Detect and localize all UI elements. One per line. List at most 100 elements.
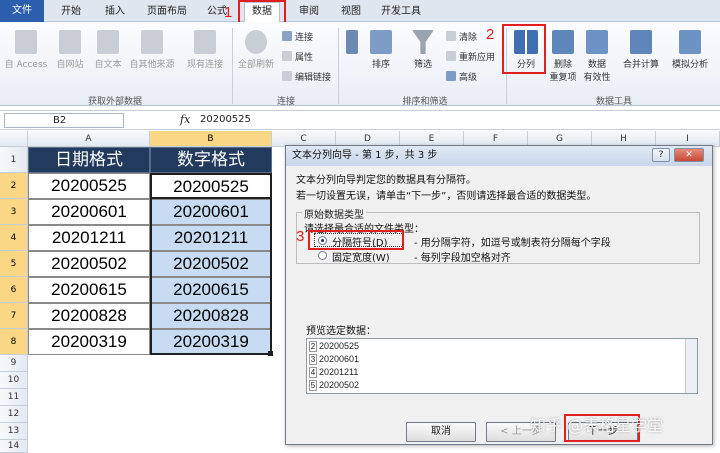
tab-review[interactable]: 审阅 xyxy=(292,3,326,21)
close-button[interactable]: ✕ xyxy=(674,148,704,162)
refresh-icon xyxy=(245,30,267,54)
existing-connections-button[interactable]: 现有连接 xyxy=(184,30,226,70)
table-cell[interactable]: 20200601 xyxy=(28,199,150,225)
from-text-button[interactable]: 自文本 xyxy=(90,30,126,70)
filter-button[interactable]: 筛选 xyxy=(408,30,438,70)
filter-funnel-icon xyxy=(412,30,434,54)
help-button[interactable]: ? xyxy=(652,148,670,162)
row-header[interactable]: 10 xyxy=(0,372,28,389)
access-icon xyxy=(15,30,37,54)
consolidate-icon xyxy=(630,30,652,54)
from-other-sources-button[interactable]: 自其他来源 xyxy=(126,30,178,70)
table-cell[interactable]: 20200828 xyxy=(28,303,150,329)
group-separator xyxy=(232,28,233,104)
table-cell[interactable]: 20200615 xyxy=(28,277,150,303)
refresh-all-button[interactable]: 全部刷新 xyxy=(236,30,276,70)
column-header[interactable]: A xyxy=(28,131,150,147)
properties-button[interactable]: 属性 xyxy=(282,50,313,63)
advanced-filter-icon xyxy=(446,71,456,81)
group-separator xyxy=(338,28,339,104)
selection-outline xyxy=(150,173,272,355)
row-header[interactable]: 9 xyxy=(0,355,28,372)
formula-input[interactable]: 20200525 xyxy=(200,114,251,125)
existing-connections-icon xyxy=(194,30,216,54)
tab-page-layout[interactable]: 页面布局 xyxy=(142,3,192,21)
fixed-width-description: - 每列字段加空格对齐 xyxy=(414,253,511,264)
header-cell-number-format[interactable]: 数字格式 xyxy=(150,147,272,173)
column-header[interactable]: B xyxy=(150,131,272,147)
text-file-icon xyxy=(97,30,119,54)
annotation-step-3: 3 xyxy=(296,228,305,245)
highlight-delimited-option xyxy=(308,230,404,250)
row-header[interactable]: 1 xyxy=(0,147,28,173)
tab-home[interactable]: 开始 xyxy=(54,3,88,21)
table-cell[interactable]: 20200502 xyxy=(28,251,150,277)
sort-button[interactable]: 排序 xyxy=(366,30,396,70)
group-label-connections: 连接 xyxy=(276,97,295,107)
remove-duplicates-button[interactable]: 删除 重复项 xyxy=(546,30,580,83)
row-header[interactable]: 14 xyxy=(0,440,28,453)
text-to-columns-wizard-dialog: 文本分列向导 - 第 1 步，共 3 步 ? ✕ 文本分列向导判定您的数据具有分… xyxy=(285,145,713,445)
table-cell[interactable]: 20200319 xyxy=(28,329,150,355)
edit-links-button[interactable]: 编辑链接 xyxy=(282,70,331,83)
row-header[interactable]: 12 xyxy=(0,406,28,423)
name-box[interactable]: B2 xyxy=(4,113,124,128)
header-cell-date-format[interactable]: 日期格式 xyxy=(28,147,150,173)
dialog-title[interactable]: 文本分列向导 - 第 1 步，共 3 步 xyxy=(286,146,712,166)
cancel-button[interactable]: 取消 xyxy=(406,422,476,442)
select-all-corner[interactable] xyxy=(0,131,28,147)
from-access-button[interactable]: 自 Access xyxy=(4,30,48,70)
delimited-description: - 用分隔字符，如逗号或制表符分隔每个字段 xyxy=(414,238,611,249)
fixed-width-radio[interactable] xyxy=(318,251,327,260)
properties-icon xyxy=(282,51,292,61)
web-icon xyxy=(59,30,81,54)
tab-view[interactable]: 视图 xyxy=(334,3,368,21)
advanced-filter-button[interactable]: 高级 xyxy=(446,70,477,83)
preview-row: 5 20200502 xyxy=(309,380,360,391)
row-header[interactable]: 5 xyxy=(0,251,28,277)
wizard-line-1: 文本分列向导判定您的数据具有分隔符。 xyxy=(296,175,476,186)
row-header[interactable]: 7 xyxy=(0,303,28,329)
remove-duplicates-icon xyxy=(552,30,574,54)
other-sources-icon xyxy=(141,30,163,54)
formula-bar: B2 fx 20200525 xyxy=(0,110,720,130)
sort-dialog-icon xyxy=(370,30,392,54)
row-header[interactable]: 3 xyxy=(0,199,28,225)
row-header[interactable]: 8 xyxy=(0,329,28,355)
preview-row: 3 20200601 xyxy=(309,354,360,365)
fill-handle[interactable] xyxy=(268,351,273,356)
clear-filter-button[interactable]: 清除 xyxy=(446,30,477,43)
preview-scrollbar[interactable] xyxy=(685,339,697,393)
preview-row: 2 20200525 xyxy=(309,341,360,352)
highlight-text-to-columns xyxy=(502,24,546,74)
highlight-data-tab xyxy=(238,0,286,24)
annotation-step-2: 2 xyxy=(486,26,495,43)
clear-icon xyxy=(446,31,456,41)
group-label-sort-filter: 排序和筛选 xyxy=(402,97,448,107)
preview-box[interactable]: 2 20200525 3 20200601 4 20201211 5 20200502 xyxy=(306,338,698,394)
row-header[interactable]: 4 xyxy=(0,225,28,251)
row-header[interactable]: 2 xyxy=(0,173,28,199)
what-if-analysis-button[interactable]: 模拟分析 xyxy=(664,30,716,70)
fixed-width-label[interactable]: 固定宽度(W) xyxy=(332,249,390,264)
ribbon-tab-bar: 文件 开始 插入 页面布局 公式 数据 审阅 视图 开发工具 xyxy=(0,0,720,22)
row-header[interactable]: 6 xyxy=(0,277,28,303)
from-web-button[interactable]: 自网站 xyxy=(50,30,90,70)
tab-developer[interactable]: 开发工具 xyxy=(376,3,426,21)
sort-az-button[interactable] xyxy=(344,30,360,57)
tab-insert[interactable]: 插入 xyxy=(98,3,132,21)
reapply-button[interactable]: 重新应用 xyxy=(446,50,495,63)
tab-file[interactable]: 文件 xyxy=(0,0,44,22)
connections-button[interactable]: 连接 xyxy=(282,30,313,43)
watermark: 知乎 @表格星学堂 xyxy=(530,416,664,435)
data-validation-button[interactable]: 数据 有效性 xyxy=(580,30,614,83)
function-icon[interactable]: fx xyxy=(180,113,190,126)
consolidate-button[interactable]: 合并计算 xyxy=(618,30,664,70)
row-header[interactable]: 11 xyxy=(0,389,28,406)
ribbon-body: 自 Access 自网站 自文本 自其他来源 现有连接 获取外部数据 全部刷新 … xyxy=(0,22,720,107)
data-type-group-title: 原始数据类型 xyxy=(302,206,366,221)
table-cell[interactable]: 20201211 xyxy=(28,225,150,251)
table-cell[interactable]: 20200525 xyxy=(28,173,150,199)
row-header[interactable]: 13 xyxy=(0,423,28,440)
reapply-icon xyxy=(446,51,456,61)
